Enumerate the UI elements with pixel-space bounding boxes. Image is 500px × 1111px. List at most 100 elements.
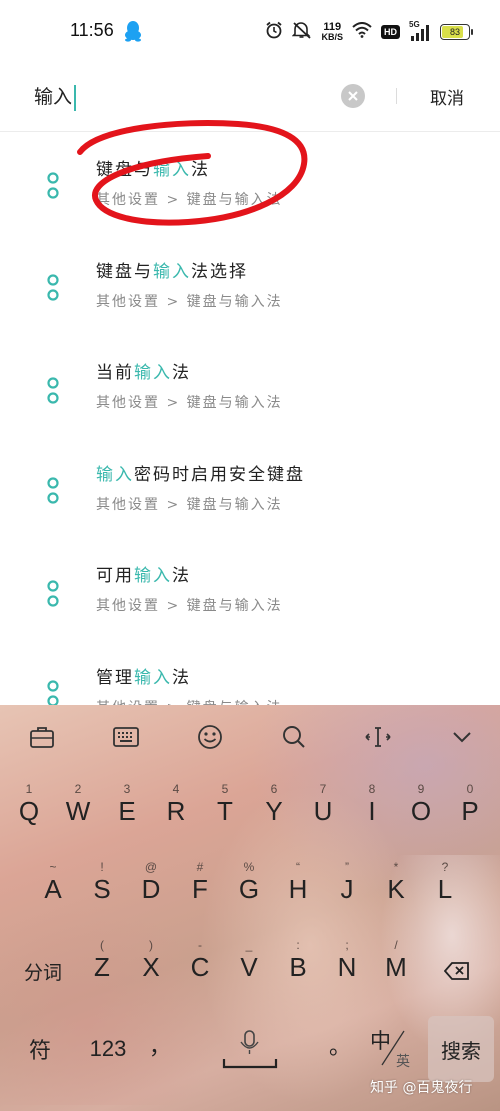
key-u[interactable]: 7U xyxy=(300,780,346,848)
key-label: J xyxy=(340,874,354,904)
result-path: 其他设置 > 键盘与输入法 xyxy=(96,192,283,208)
key-hint: 5 xyxy=(221,782,229,796)
cancel-button[interactable]: 取消 xyxy=(430,84,464,109)
result-title: 输入密码时启用安全键盘 xyxy=(96,460,305,485)
emoji-icon[interactable] xyxy=(196,723,224,751)
key-n[interactable]: ; N xyxy=(324,936,370,1004)
key-s[interactable]: ! S xyxy=(79,858,125,926)
keyboard-toolbar xyxy=(0,705,500,767)
result-item[interactable]: 当前输入法 其他设置 > 键盘与输入法 xyxy=(0,336,500,436)
search-icon[interactable] xyxy=(280,723,308,751)
result-title-text: 法 xyxy=(172,668,191,688)
collapse-icon[interactable] xyxy=(448,723,476,751)
status-time: 11:56 xyxy=(70,20,114,40)
key-b[interactable]: :B xyxy=(275,936,321,1004)
key-l[interactable]: ? L xyxy=(422,858,468,926)
key-hint: 4 xyxy=(172,782,180,796)
backspace-icon xyxy=(444,962,469,980)
result-title-text: 键盘与 xyxy=(96,262,153,282)
result-item[interactable]: 键盘与输入法选择 其他设置 > 键盘与输入法 xyxy=(0,235,500,335)
key-y[interactable]: 6Y xyxy=(251,780,297,848)
number-key[interactable]: 123 xyxy=(80,1027,136,1071)
key-c[interactable]: -C xyxy=(177,936,223,1004)
key-k[interactable]: * K xyxy=(373,858,419,926)
close-icon xyxy=(348,91,358,101)
header-divider xyxy=(396,88,397,104)
space-bar-icon xyxy=(222,1030,278,1069)
key-hint: ~ xyxy=(49,860,57,874)
key-hint: / xyxy=(394,938,398,952)
cursor-move-icon[interactable] xyxy=(364,723,392,751)
key-z[interactable]: (Z xyxy=(79,936,125,1004)
toolbox-icon[interactable] xyxy=(28,723,56,751)
key-j[interactable]: ” J xyxy=(324,858,370,926)
result-title: 可用输入法 xyxy=(96,561,191,586)
search-input[interactable]: 输入 xyxy=(34,82,77,111)
key-q[interactable]: 1Q xyxy=(6,780,52,848)
net-speed: 119 KB/S xyxy=(321,22,343,43)
key-e[interactable]: 3E xyxy=(104,780,150,848)
key-label: O xyxy=(410,796,432,826)
language-switch-key[interactable]: 中 英 xyxy=(364,1021,420,1077)
key-t[interactable]: 5T xyxy=(202,780,248,848)
result-title-text: 当前 xyxy=(96,363,134,383)
key-hint: ) xyxy=(149,938,153,952)
key-f[interactable]: # F xyxy=(177,858,223,926)
status-icons: 119 KB/S HD 5G 83 xyxy=(265,18,473,46)
key-label: X xyxy=(142,952,160,982)
net-speed-unit: KB/S xyxy=(321,32,343,42)
key-hint: 3 xyxy=(123,782,131,796)
key-w[interactable]: 2W xyxy=(55,780,101,848)
key-label: W xyxy=(65,796,91,826)
result-title-text: 密码时启用安全键盘 xyxy=(134,465,305,485)
key-o[interactable]: 9O xyxy=(398,780,444,848)
result-title-highlight: 输入 xyxy=(153,262,191,282)
key-label: B xyxy=(289,952,307,982)
key-d[interactable]: @ D xyxy=(128,858,174,926)
result-item[interactable]: 键盘与输入法 其他设置 > 键盘与输入法 xyxy=(0,133,500,233)
keyboard-icon[interactable] xyxy=(112,723,140,751)
result-title-text: 法选择 xyxy=(191,262,248,282)
keyboard: 1Q 2W 3E 4R 5T 6Y 7U 8I 9O 0P ~ A ! S @ D #… xyxy=(0,705,500,1111)
key-hint: * xyxy=(393,860,399,874)
key-label: L xyxy=(437,874,453,904)
result-item[interactable]: 输入密码时启用安全键盘 其他设置 > 键盘与输入法 xyxy=(0,438,500,538)
segment-key[interactable]: 分词 xyxy=(14,951,72,991)
space-key[interactable] xyxy=(206,1023,294,1077)
symbol-key[interactable]: 符 xyxy=(14,1027,66,1071)
settings-link-icon xyxy=(46,376,60,406)
period-key[interactable]: 。 xyxy=(322,1023,358,1067)
key-label: E xyxy=(118,796,136,826)
key-hint: @ xyxy=(144,860,158,874)
key-m[interactable]: / M xyxy=(373,936,419,1004)
key-h[interactable]: “H xyxy=(275,858,321,926)
key-hint: _ xyxy=(245,938,253,952)
wifi-icon xyxy=(352,22,372,42)
battery-icon: 83 xyxy=(440,24,473,40)
search-action-key[interactable]: 搜索 xyxy=(428,1016,494,1082)
key-r[interactable]: 4R xyxy=(153,780,199,848)
key-g[interactable]: % G xyxy=(226,858,272,926)
key-hint: ! xyxy=(100,860,104,874)
search-input-text: 输入 xyxy=(34,86,73,108)
result-title-text: 可用 xyxy=(96,566,134,586)
key-hint: 9 xyxy=(417,782,425,796)
comma-key[interactable]: ， xyxy=(140,1023,180,1067)
key-label: R xyxy=(166,796,186,826)
clear-search-button[interactable] xyxy=(341,84,365,108)
key-v[interactable]: _ V xyxy=(226,936,272,1004)
key-hint: ? xyxy=(441,860,449,874)
key-a[interactable]: ~ A xyxy=(30,858,76,926)
key-i[interactable]: 8I xyxy=(349,780,395,848)
backspace-key[interactable] xyxy=(432,953,482,989)
key-hint: 1 xyxy=(25,782,33,796)
result-title-text: 法 xyxy=(172,566,191,586)
key-hint: : xyxy=(296,938,300,952)
hd-badge: HD xyxy=(381,25,400,39)
key-label: Q xyxy=(18,796,40,826)
result-item[interactable]: 可用输入法 其他设置 > 键盘与输入法 xyxy=(0,539,500,639)
result-title-text: 法 xyxy=(172,363,191,383)
battery-level: 83 xyxy=(449,27,460,37)
key-p[interactable]: 0P xyxy=(447,780,493,848)
key-x[interactable]: ) X xyxy=(128,936,174,1004)
